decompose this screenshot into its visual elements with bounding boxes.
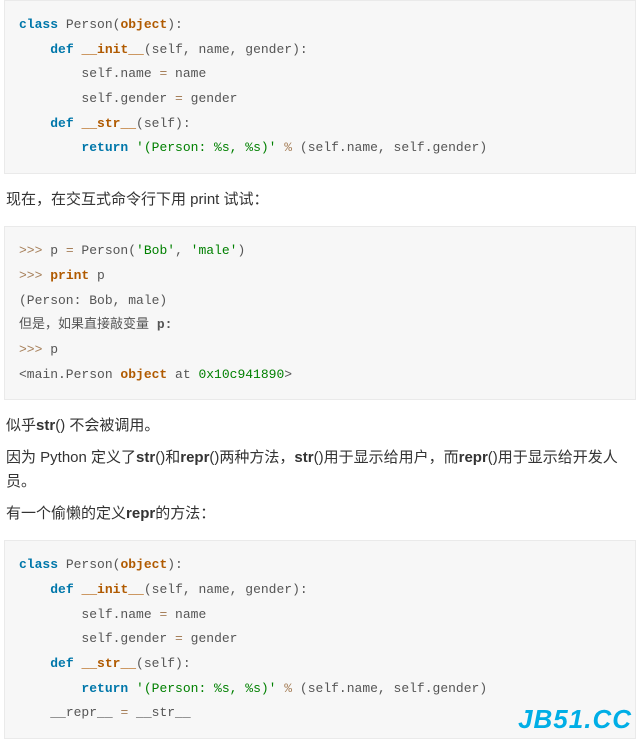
kw-def: def	[50, 656, 73, 671]
txt: 因为 Python 定义了	[6, 449, 136, 466]
txt: ()两种方法，	[209, 449, 294, 466]
txt	[128, 681, 136, 696]
prompt: >>>	[19, 342, 42, 357]
fn-print: print	[50, 268, 89, 283]
txt: () 不会被调用。	[55, 417, 159, 434]
txt: (self, name, gender):	[144, 582, 308, 597]
txt: p	[42, 342, 58, 357]
txt: ()用于显示给用户，而	[314, 449, 459, 466]
txt: <main.Person	[19, 367, 120, 382]
txt: Person(	[74, 243, 136, 258]
txt: ()和	[155, 449, 180, 466]
txt: self.name	[81, 66, 159, 81]
txt: name	[167, 607, 206, 622]
note: 但是，如果直接敲变量	[19, 317, 157, 332]
op-eq: =	[175, 91, 183, 106]
op-eq: =	[66, 243, 74, 258]
fn-str: __str__	[81, 116, 136, 131]
kw-def: def	[50, 582, 73, 597]
txt: Person(	[58, 557, 120, 572]
txt: (self):	[136, 656, 191, 671]
txt: p	[89, 268, 105, 283]
kw-object: object	[120, 557, 167, 572]
prompt: >>>	[19, 243, 42, 258]
txt: (self):	[136, 116, 191, 131]
bold-repr: repr	[126, 505, 155, 522]
kw-return: return	[81, 681, 128, 696]
fn-str: __str__	[81, 656, 136, 671]
bold-repr: repr	[180, 449, 209, 466]
txt: >	[284, 367, 292, 382]
txt: (self, name, gender):	[144, 42, 308, 57]
txt: ,	[175, 243, 191, 258]
txt: __repr__	[50, 705, 120, 720]
hex: 0x10c941890	[198, 367, 284, 382]
kw-class: class	[19, 17, 58, 32]
op-eq: =	[120, 705, 128, 720]
txt	[276, 681, 284, 696]
kw-class: class	[19, 557, 58, 572]
op-pct: %	[284, 681, 292, 696]
watermark-logo: JB51.CC	[518, 704, 632, 735]
code-block-2: >>> p = Person('Bob', 'male') >>> print …	[4, 226, 636, 400]
fn-init: __init__	[81, 42, 143, 57]
txt	[128, 140, 136, 155]
output: (Person: Bob, male)	[19, 293, 167, 308]
str-lit: 'Bob'	[136, 243, 175, 258]
paragraph-4: 有一个偷懒的定义repr的方法：	[6, 502, 634, 526]
bold-str: str	[36, 417, 55, 434]
fn-init: __init__	[81, 582, 143, 597]
op-eq: =	[175, 631, 183, 646]
kw-object: object	[120, 17, 167, 32]
prompt: >>>	[19, 268, 42, 283]
kw-return: return	[81, 140, 128, 155]
txt: (self.name, self.gender)	[292, 140, 487, 155]
txt: gender	[183, 631, 238, 646]
note-var: p:	[157, 317, 173, 332]
txt: gender	[183, 91, 238, 106]
str-lit: 'male'	[191, 243, 238, 258]
txt: 似乎	[6, 417, 36, 434]
kw-def: def	[50, 42, 73, 57]
paragraph-2: 似乎str() 不会被调用。	[6, 414, 634, 438]
kw-def: def	[50, 116, 73, 131]
txt: 的方法：	[155, 505, 215, 522]
str-lit: '(Person: %s, %s)'	[136, 140, 276, 155]
txt: at	[167, 367, 198, 382]
txt: (self.name, self.gender)	[292, 681, 487, 696]
txt: ):	[167, 557, 183, 572]
txt: name	[167, 66, 206, 81]
bold-repr: repr	[459, 449, 488, 466]
txt: Person(	[58, 17, 120, 32]
paragraph-1: 现在，在交互式命令行下用 print 试试：	[6, 188, 634, 212]
str-lit: '(Person: %s, %s)'	[136, 681, 276, 696]
txt: )	[237, 243, 245, 258]
op-pct: %	[284, 140, 292, 155]
txt: self.gender	[81, 91, 175, 106]
txt: self.gender	[81, 631, 175, 646]
kw-object: object	[120, 367, 167, 382]
bold-str: str	[136, 449, 155, 466]
bold-str: str	[294, 449, 313, 466]
txt: 有一个偷懒的定义	[6, 505, 126, 522]
txt: p	[42, 243, 65, 258]
txt: ):	[167, 17, 183, 32]
txt: self.name	[81, 607, 159, 622]
txt: __str__	[128, 705, 190, 720]
paragraph-3: 因为 Python 定义了str()和repr()两种方法，str()用于显示给…	[6, 446, 634, 494]
code-block-1: class Person(object): def __init__(self,…	[4, 0, 636, 174]
